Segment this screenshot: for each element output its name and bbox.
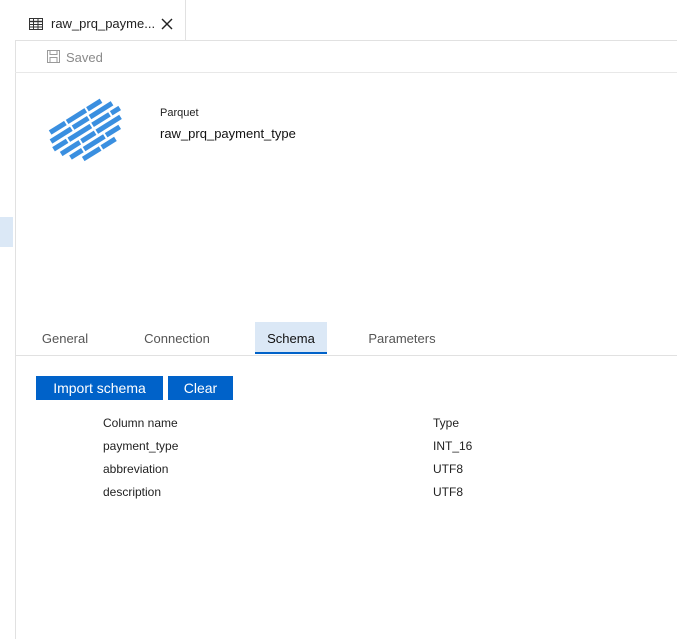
left-rail: [0, 0, 16, 639]
column-name-header: Column name: [103, 416, 178, 430]
saved-status: Saved: [66, 50, 103, 65]
toolbar: Saved: [15, 41, 677, 73]
document-tab[interactable]: raw_prq_payme...: [15, 0, 186, 40]
close-icon[interactable]: [161, 17, 173, 35]
left-rail-indicator[interactable]: [0, 217, 13, 247]
tab-connection[interactable]: Connection: [129, 322, 225, 354]
document-tab-bar: raw_prq_payme...: [15, 0, 677, 41]
tab-general[interactable]: General: [29, 322, 101, 354]
document-tab-title: raw_prq_payme...: [51, 16, 156, 31]
schema-row-name: description: [103, 485, 162, 499]
schema-row-type: UTF8: [433, 462, 463, 476]
dataset-name: raw_prq_payment_type: [160, 126, 296, 141]
clear-button[interactable]: Clear: [168, 376, 233, 400]
table-icon: [29, 17, 43, 35]
type-header: Type: [433, 416, 460, 430]
tab-schema[interactable]: Schema: [255, 322, 327, 354]
parquet-logo: [48, 96, 134, 169]
schema-row-type: INT_16: [433, 439, 473, 453]
tab-parameters[interactable]: Parameters: [355, 322, 449, 354]
dataset-type-label: Parquet: [160, 107, 199, 119]
schema-row-name: payment_type: [103, 439, 179, 453]
properties-tab-bar: General Connection Schema Parameters: [15, 322, 677, 356]
schema-row-name: abbreviation: [103, 462, 169, 476]
save-icon: [47, 50, 60, 68]
schema-row-type: UTF8: [433, 485, 463, 499]
import-schema-button[interactable]: Import schema: [36, 376, 163, 400]
